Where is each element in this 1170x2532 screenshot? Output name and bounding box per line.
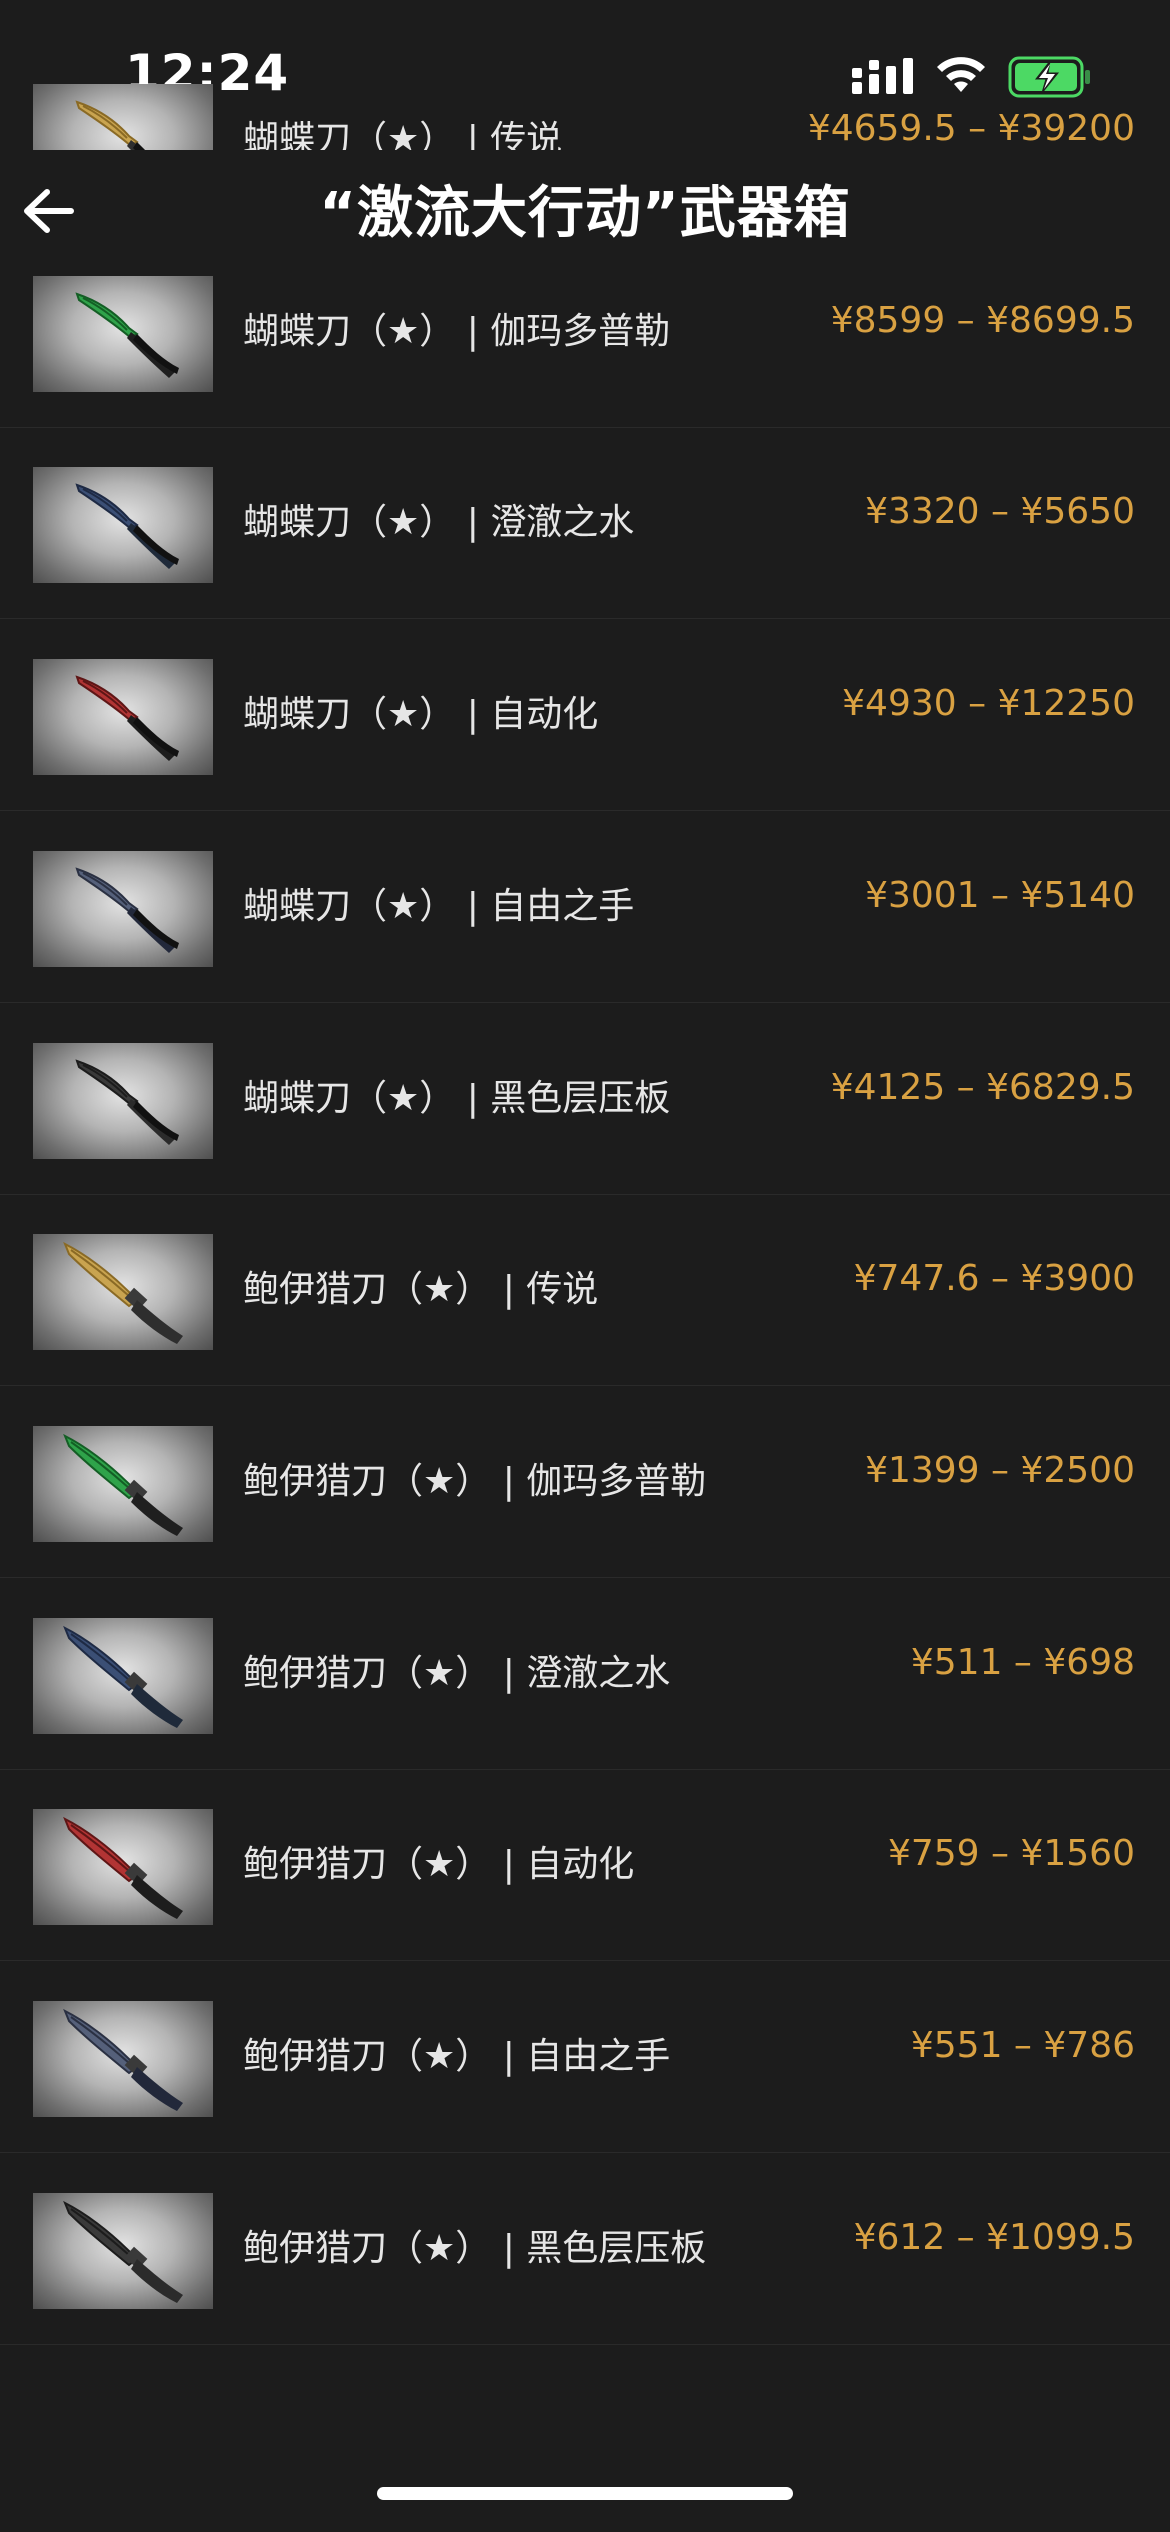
nav-header: “激流大行动”武器箱 bbox=[0, 150, 1170, 270]
item-name: 蝴蝶刀（★） | 伽玛多普勒 bbox=[243, 310, 671, 352]
arrow-left-icon bbox=[24, 189, 74, 233]
bowie-knife-image bbox=[63, 2008, 183, 2111]
bowie-knife-image bbox=[63, 1817, 183, 1920]
butterfly-knife-image bbox=[75, 483, 179, 570]
bowie-knife-image bbox=[63, 1242, 183, 1345]
item-name: 蝴蝶刀（★） | 自由之手 bbox=[243, 885, 635, 927]
knife-thumbnail bbox=[33, 850, 213, 967]
item-price-range: ¥747.6 – ¥3900 bbox=[853, 1258, 1135, 1300]
item-price-range: ¥3001 – ¥5140 bbox=[865, 874, 1135, 916]
knife-thumbnail bbox=[33, 1809, 213, 1926]
knife-thumbnail bbox=[33, 1234, 213, 1351]
butterfly-knife-image bbox=[75, 292, 179, 378]
knife-thumbnail bbox=[33, 2001, 213, 2117]
butterfly-knife-image bbox=[75, 1058, 179, 1145]
page-title: “激流大行动”武器箱 bbox=[319, 181, 851, 246]
list-item[interactable]: 鲍伊猎刀（★） | 伽玛多普勒 ¥1399 – ¥2500 bbox=[0, 1385, 1170, 1578]
bowie-knife-image bbox=[63, 1433, 183, 1536]
back-button[interactable] bbox=[14, 176, 84, 246]
item-name: 鲍伊猎刀（★） | 黑色层压板 bbox=[243, 2227, 707, 2269]
item-price-range: ¥759 – ¥1560 bbox=[887, 1833, 1135, 1875]
item-price-range: ¥1399 – ¥2500 bbox=[865, 1449, 1135, 1491]
item-name: 鲍伊猎刀（★） | 澄澈之水 bbox=[243, 1652, 671, 1694]
knife-thumbnail bbox=[33, 2192, 213, 2309]
item-price-range: ¥4659.5 – ¥39200 bbox=[807, 108, 1135, 149]
item-name: 蝴蝶刀（★） | 黑色层压板 bbox=[243, 1077, 671, 1119]
item-name: 鲍伊猎刀（★） | 自由之手 bbox=[243, 2036, 671, 2077]
list-item[interactable]: 鲍伊猎刀（★） | 自由之手 ¥551 – ¥786 bbox=[0, 1960, 1170, 2153]
item-price-range: ¥3320 – ¥5650 bbox=[865, 491, 1135, 533]
item-price-range: ¥8599 – ¥8699.5 bbox=[830, 299, 1135, 341]
list-item[interactable]: 鲍伊猎刀（★） | 传说 ¥747.6 – ¥3900 bbox=[0, 1193, 1170, 1387]
list-item[interactable]: 蝴蝶刀（★） | 澄澈之水 ¥3320 – ¥5650 bbox=[0, 426, 1170, 620]
item-name: 鲍伊猎刀（★） | 自动化 bbox=[243, 1844, 635, 1886]
butterfly-knife-image bbox=[75, 675, 179, 762]
knife-thumbnail bbox=[33, 659, 213, 776]
knife-thumbnail bbox=[33, 275, 213, 392]
bowie-knife-image bbox=[63, 1625, 183, 1728]
list-item[interactable]: 蝴蝶刀（★） | 自动化 ¥4930 – ¥12250 bbox=[0, 618, 1170, 812]
item-name: 蝴蝶刀（★） | 自动化 bbox=[243, 694, 599, 736]
list-item[interactable]: 鲍伊猎刀（★） | 黑色层压板 ¥612 – ¥1099.5 bbox=[0, 2152, 1170, 2345]
item-name: 鲍伊猎刀（★） | 传说 bbox=[243, 1269, 599, 1311]
knife-thumbnail bbox=[33, 1042, 213, 1159]
item-price-range: ¥612 – ¥1099.5 bbox=[853, 2216, 1135, 2258]
knife-thumbnail bbox=[33, 1617, 213, 1734]
knife-thumbnail bbox=[33, 1425, 213, 1542]
item-price-range: ¥551 – ¥786 bbox=[910, 2025, 1135, 2066]
knife-thumbnail bbox=[33, 467, 213, 584]
list-item[interactable]: 蝴蝶刀（★） | 黑色层压板 ¥4125 – ¥6829.5 bbox=[0, 1002, 1170, 1195]
item-price-range: ¥4930 – ¥12250 bbox=[842, 683, 1135, 725]
item-price-range: ¥4125 – ¥6829.5 bbox=[830, 1066, 1135, 1108]
butterfly-knife-image bbox=[75, 867, 179, 953]
item-name: 鲍伊猎刀（★） | 伽玛多普勒 bbox=[243, 1460, 707, 1502]
bowie-knife-image bbox=[63, 2200, 183, 2303]
item-name: 蝴蝶刀（★） | 澄澈之水 bbox=[243, 502, 635, 544]
list-item[interactable]: 鲍伊猎刀（★） | 澄澈之水 ¥511 – ¥698 bbox=[0, 1577, 1170, 1770]
list-item[interactable]: 鲍伊猎刀（★） | 自动化 ¥759 – ¥1560 bbox=[0, 1768, 1170, 1962]
home-indicator[interactable] bbox=[377, 2487, 793, 2500]
list-item[interactable]: 蝴蝶刀（★） | 自由之手 ¥3001 – ¥5140 bbox=[0, 810, 1170, 1003]
item-price-range: ¥511 – ¥698 bbox=[910, 1641, 1135, 1683]
